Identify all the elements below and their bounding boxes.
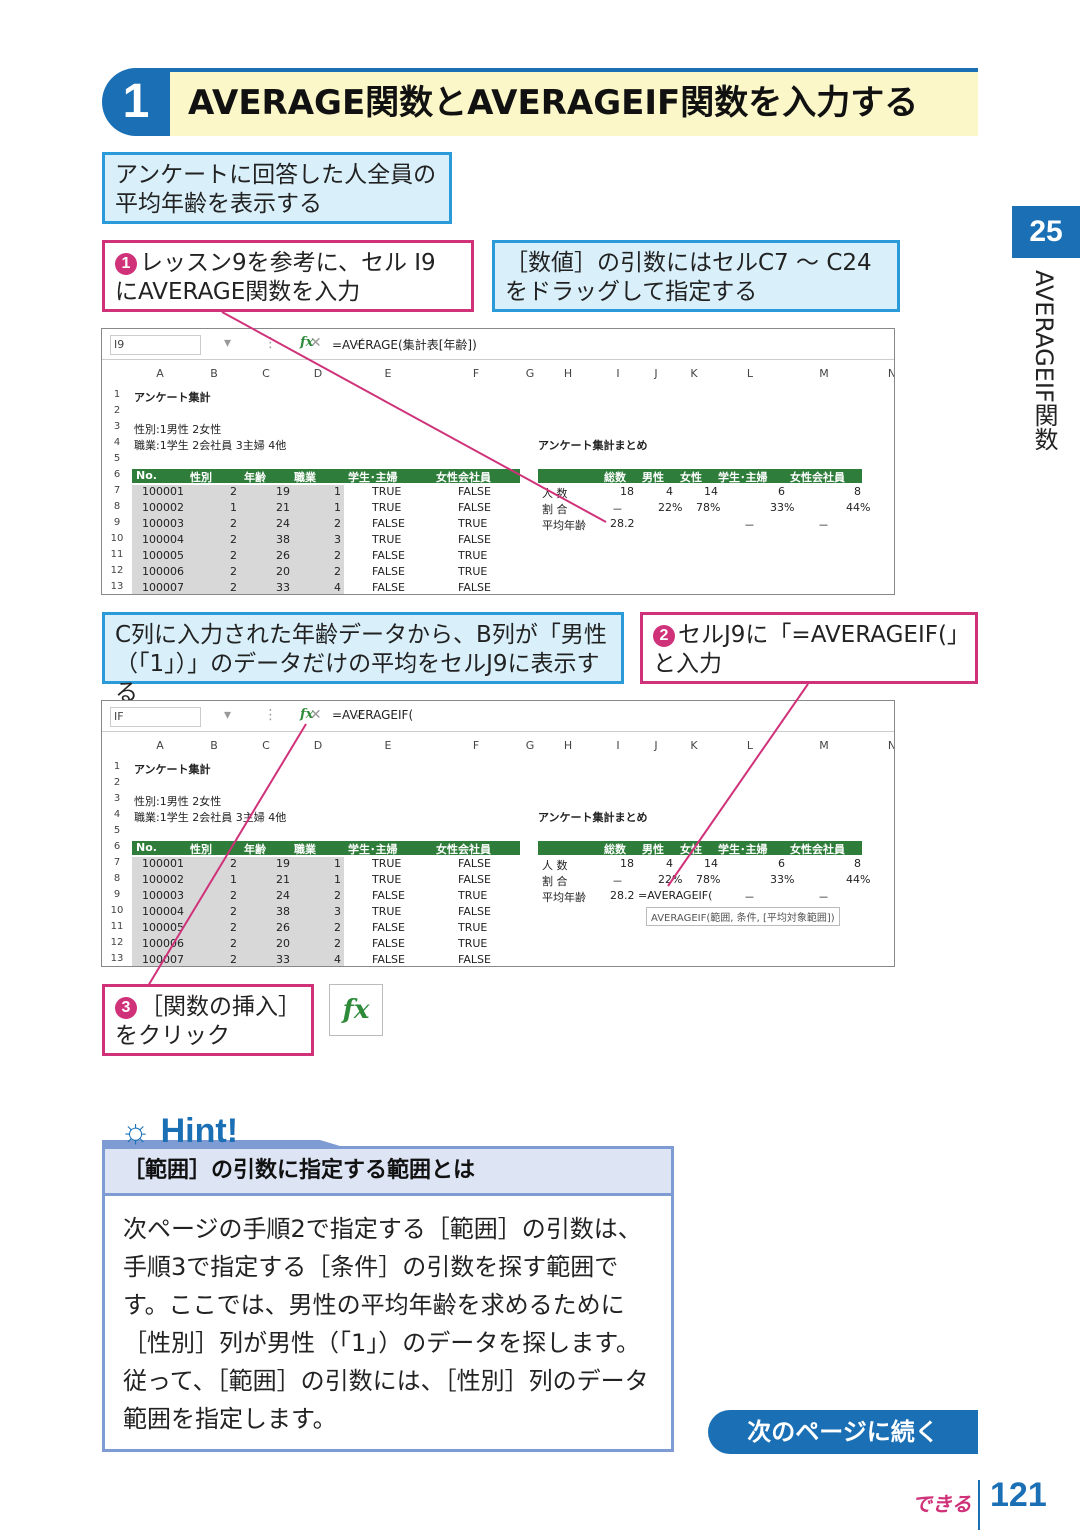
leader-line-2 bbox=[667, 683, 809, 887]
hint-heading: ［範囲］の引数に指定する範囲とは bbox=[102, 1146, 674, 1196]
page-number: 121 bbox=[990, 1476, 1047, 1514]
leader-line-3 bbox=[147, 723, 307, 987]
next-page-label: 次のページに続く bbox=[708, 1410, 978, 1454]
lightbulb-icon: ☼ bbox=[120, 1112, 152, 1150]
leader-line-1 bbox=[221, 311, 607, 523]
hint-body: 次ページの手順2で指定する［範囲］の引数は、手順3で指定する［条件］の引数を探す… bbox=[102, 1196, 674, 1452]
hint-title-text: Hint! bbox=[160, 1112, 239, 1150]
footer-divider bbox=[978, 1480, 980, 1530]
brand-logo: できる bbox=[912, 1494, 972, 1516]
